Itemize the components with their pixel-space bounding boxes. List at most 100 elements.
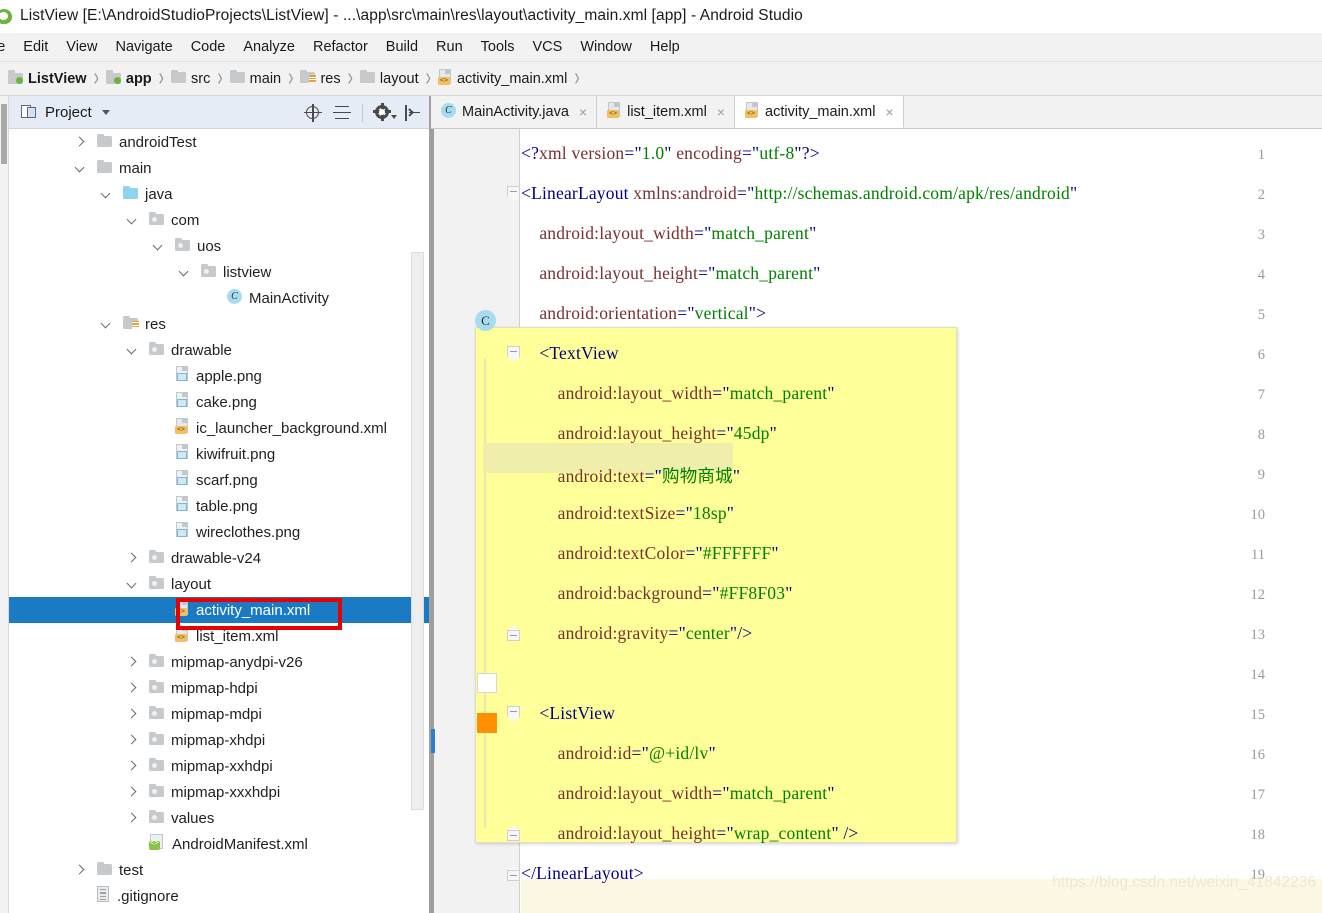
tree-row[interactable]: main xyxy=(9,155,431,181)
color-swatch-orange[interactable] xyxy=(477,713,497,733)
tree-row[interactable]: <>activity_main.xml xyxy=(9,597,431,623)
code-line[interactable]: <TextView xyxy=(521,343,619,364)
code-line[interactable]: android:layout_height="match_parent" xyxy=(521,263,820,284)
chevron-right-icon[interactable] xyxy=(125,734,138,747)
code-line[interactable]: android:background="#FF8F03" xyxy=(521,583,793,604)
breadcrumb-item-layout[interactable]: layout xyxy=(360,70,419,87)
menu-code[interactable]: Code xyxy=(182,37,235,57)
fold-marker-expanded[interactable] xyxy=(506,346,522,362)
code-line[interactable]: <ListView xyxy=(521,703,615,724)
tree-row[interactable]: mipmap-mdpi xyxy=(9,701,431,727)
tree-row[interactable]: androidTest xyxy=(9,129,431,155)
class-gutter-marker[interactable]: C xyxy=(475,310,496,331)
chevron-right-icon[interactable] xyxy=(125,656,138,669)
editor-tab-activity-main-xml[interactable]: <>activity_main.xml× xyxy=(735,96,904,128)
tree-row[interactable]: listview xyxy=(9,259,431,285)
tree-row[interactable]: drawable xyxy=(9,337,431,363)
tree-row[interactable]: mipmap-xxxhdpi xyxy=(9,779,431,805)
close-icon[interactable]: × xyxy=(579,104,587,120)
tree-row[interactable]: layout xyxy=(9,571,431,597)
editor-tab-mainactivity-java[interactable]: CMainActivity.java× xyxy=(431,96,597,128)
chevron-down-icon[interactable] xyxy=(177,266,190,279)
chevron-down-icon[interactable] xyxy=(99,188,112,201)
tree-row[interactable]: apple.png xyxy=(9,363,431,389)
code-editor[interactable]: 12345678910111213141516171819 C <?xml ve… xyxy=(431,129,1322,913)
menu-edit[interactable]: Edit xyxy=(14,37,57,57)
menu-vcs[interactable]: VCS xyxy=(524,37,572,57)
tree-row[interactable]: mipmap-xhdpi xyxy=(9,727,431,753)
collapse-all-icon[interactable] xyxy=(333,104,351,122)
code-line[interactable]: android:gravity="center"/> xyxy=(521,623,752,644)
tree-row[interactable]: AndroidManifest.xml xyxy=(9,831,431,857)
code-line[interactable]: android:layout_width="match_parent" xyxy=(521,783,835,804)
color-swatch-white[interactable] xyxy=(477,673,497,693)
chevron-down-icon[interactable] xyxy=(102,110,110,115)
code-line[interactable]: android:textSize="18sp" xyxy=(521,503,734,524)
breadcrumb-item-res[interactable]: res xyxy=(300,70,340,87)
fold-marker-expanded[interactable] xyxy=(506,706,522,722)
project-tree[interactable]: androidTestmainjavacomuoslistviewCMainAc… xyxy=(9,129,431,913)
menu-file[interactable]: le xyxy=(0,37,14,57)
menu-help[interactable]: Help xyxy=(641,37,689,57)
code-line[interactable]: </LinearLayout> xyxy=(521,863,644,884)
tree-row[interactable]: com xyxy=(9,207,431,233)
tree-row[interactable]: java xyxy=(9,181,431,207)
close-icon[interactable]: × xyxy=(717,104,725,120)
breadcrumb-item-src[interactable]: src xyxy=(171,70,210,87)
code-text[interactable]: <?xml version="1.0" encoding="utf-8"?><L… xyxy=(521,129,1322,913)
chevron-down-icon[interactable] xyxy=(125,344,138,357)
breadcrumb-item-activity-main-xml[interactable]: <>activity_main.xml xyxy=(438,69,567,89)
menu-build[interactable]: Build xyxy=(377,37,427,57)
tree-row[interactable]: values xyxy=(9,805,431,831)
code-line[interactable]: android:layout_width="match_parent" xyxy=(521,223,816,244)
fold-marker-end[interactable] xyxy=(506,870,522,886)
locate-icon[interactable] xyxy=(304,104,322,122)
tree-row[interactable]: drawable-v24 xyxy=(9,545,431,571)
chevron-right-icon[interactable] xyxy=(125,708,138,721)
tree-row[interactable]: test xyxy=(9,857,431,883)
close-icon[interactable]: × xyxy=(885,104,893,120)
chevron-right-icon[interactable] xyxy=(125,552,138,565)
tree-row[interactable]: wireclothes.png xyxy=(9,519,431,545)
tree-row[interactable]: kiwifruit.png xyxy=(9,441,431,467)
breadcrumb-item-main[interactable]: main xyxy=(230,70,281,87)
fold-marker-end[interactable] xyxy=(506,830,522,846)
menu-refactor[interactable]: Refactor xyxy=(304,37,377,57)
editor-tab-list-item-xml[interactable]: <>list_item.xml× xyxy=(597,96,735,128)
chevron-right-icon[interactable] xyxy=(125,760,138,773)
code-line[interactable]: android:textColor="#FFFFFF" xyxy=(521,543,779,564)
breadcrumb-item-listview[interactable]: ListView xyxy=(8,70,87,88)
code-line[interactable]: android:layout_width="match_parent" xyxy=(521,383,835,404)
chevron-down-icon[interactable] xyxy=(125,214,138,227)
chevron-down-icon[interactable] xyxy=(73,162,86,175)
tree-row[interactable]: table.png xyxy=(9,493,431,519)
settings-gear-icon[interactable] xyxy=(374,104,392,122)
chevron-right-icon[interactable] xyxy=(125,682,138,695)
menu-navigate[interactable]: Navigate xyxy=(106,37,181,57)
chevron-right-icon[interactable] xyxy=(73,136,86,149)
code-line[interactable]: android:orientation="vertical"> xyxy=(521,303,766,324)
project-tree-scrollbar[interactable] xyxy=(411,252,424,810)
tree-row[interactable]: mipmap-anydpi-v26 xyxy=(9,649,431,675)
tree-row[interactable]: mipmap-xxhdpi xyxy=(9,753,431,779)
tree-row[interactable]: .gitignore xyxy=(9,883,431,909)
code-line[interactable]: android:layout_height="45dp" xyxy=(521,423,777,444)
chevron-right-icon[interactable] xyxy=(125,786,138,799)
chevron-right-icon[interactable] xyxy=(73,864,86,877)
tree-row[interactable]: uos xyxy=(9,233,431,259)
chevron-down-icon[interactable] xyxy=(125,578,138,591)
breadcrumb-item-app[interactable]: app xyxy=(106,70,152,88)
tree-row[interactable]: <>ic_launcher_background.xml xyxy=(9,415,431,441)
tree-row[interactable]: mipmap-hdpi xyxy=(9,675,431,701)
menu-tools[interactable]: Tools xyxy=(472,37,524,57)
menu-window[interactable]: Window xyxy=(571,37,641,57)
code-line[interactable]: android:layout_height="wrap_content" /> xyxy=(521,823,859,844)
menu-view[interactable]: View xyxy=(57,37,106,57)
code-line[interactable]: android:id="@+id/lv" xyxy=(521,743,716,764)
hide-panel-icon[interactable] xyxy=(403,104,421,122)
chevron-down-icon[interactable] xyxy=(151,240,164,253)
tree-row[interactable]: scarf.png xyxy=(9,467,431,493)
tree-row[interactable]: <>list_item.xml xyxy=(9,623,431,649)
code-line[interactable]: <LinearLayout xmlns:android="http://sche… xyxy=(521,183,1077,204)
menu-analyze[interactable]: Analyze xyxy=(234,37,304,57)
